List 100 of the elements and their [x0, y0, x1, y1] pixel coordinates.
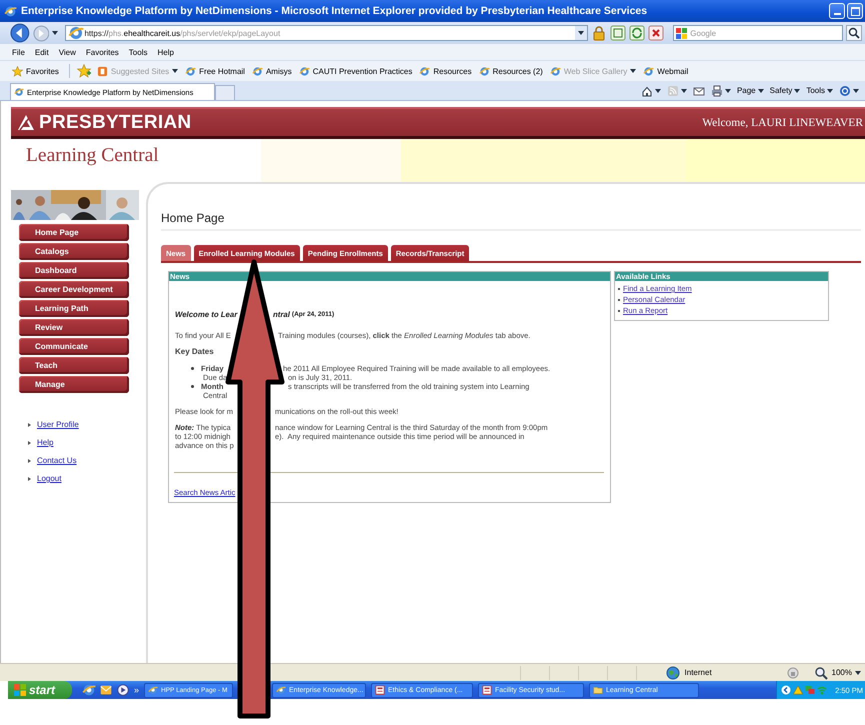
- link-label: Free Hotmail: [199, 66, 245, 76]
- nav-button[interactable]: Home Page: [19, 224, 129, 241]
- nav-button[interactable]: Manage: [19, 376, 129, 393]
- page-icon: [550, 66, 561, 76]
- help-button[interactable]: [839, 84, 859, 96]
- site-title: Learning Central: [25, 144, 160, 168]
- nav-button[interactable]: Catalogs: [19, 243, 129, 260]
- browser-icon: [276, 685, 286, 695]
- add-favorite-icon[interactable]: [76, 63, 92, 79]
- nav-button[interactable]: Dashboard: [19, 262, 129, 279]
- url-subdomain: phs.: [108, 28, 124, 38]
- command-menu[interactable]: Safety: [770, 86, 800, 95]
- document-icon: [482, 685, 492, 695]
- link-label: Resources: [433, 66, 472, 76]
- link-label: Resources (2): [492, 66, 543, 76]
- page-title: Home Page: [161, 211, 861, 231]
- logo-icon: [17, 114, 35, 132]
- favorites-link[interactable]: Amisys: [250, 66, 294, 76]
- caret-icon: [654, 88, 661, 92]
- caret-icon: [578, 31, 584, 35]
- page-icon: [643, 66, 654, 76]
- caret-icon: [853, 88, 859, 92]
- warning-icon[interactable]: [793, 685, 804, 695]
- link-label: Webmail: [657, 66, 688, 76]
- menu-item[interactable]: File: [12, 48, 25, 56]
- page-icon: [419, 66, 430, 76]
- url-path: /phs/servlet/ekp/pageLayout: [180, 28, 280, 38]
- zoom-control[interactable]: 100%: [812, 664, 865, 680]
- label: Tools: [806, 86, 825, 95]
- caret-icon: [827, 88, 833, 92]
- label: 100%: [832, 668, 852, 677]
- media-icon[interactable]: [116, 683, 130, 697]
- help-icon: [839, 84, 851, 96]
- sidebar-link[interactable]: User Profile: [37, 419, 79, 430]
- link-label: Favorites: [26, 66, 59, 76]
- section-heading: Key Dates: [175, 347, 214, 356]
- address-field[interactable]: https://phs.ehealthcareit.us/phs/servlet/ekp/pageLayout: [65, 25, 588, 41]
- browser-icon[interactable]: [82, 683, 96, 697]
- nav-button[interactable]: Learning Path: [19, 300, 129, 317]
- expand-icon[interactable]: [781, 685, 792, 695]
- browser-icon: [4, 4, 17, 18]
- link-label: Amisys: [266, 66, 292, 76]
- favorites-link[interactable]: Resources: [417, 66, 474, 76]
- triangle-icon: [28, 422, 31, 426]
- menu-item[interactable]: Edit: [34, 48, 49, 56]
- page-icon: [68, 25, 84, 41]
- caret-icon: [724, 88, 731, 92]
- magnifier-icon: [812, 664, 829, 680]
- home-icon: [640, 84, 653, 96]
- favorites-button[interactable]: Favorites: [12, 66, 59, 76]
- nav-button[interactable]: Career Development: [19, 281, 129, 298]
- page-icon: [478, 66, 490, 76]
- page-icon: [298, 66, 310, 76]
- printer-button[interactable]: [710, 84, 731, 96]
- menu-item[interactable]: Tools: [128, 48, 148, 56]
- logo-text: PRESBYTERIAN: [39, 112, 192, 134]
- windows-flag-icon: [14, 684, 26, 696]
- favorites-link[interactable]: Resources (2): [476, 66, 545, 76]
- page-icon: [252, 66, 263, 76]
- folder-icon: [593, 685, 604, 695]
- search-icon[interactable]: [846, 25, 862, 41]
- document-icon: [375, 685, 386, 695]
- link-label: Web Slice Gallery: [564, 66, 628, 76]
- maximize-button[interactable]: [847, 3, 863, 19]
- caret-icon: [172, 69, 178, 73]
- command-menu[interactable]: Page: [736, 86, 764, 95]
- nav-button[interactable]: Communicate: [19, 338, 129, 355]
- home-button[interactable]: [640, 84, 661, 96]
- close-icon[interactable]: [648, 25, 664, 41]
- sidebar-link[interactable]: Help: [37, 437, 54, 448]
- dropdown-caret-icon[interactable]: [52, 31, 58, 35]
- dropdown-button[interactable]: [575, 26, 588, 40]
- nav-button[interactable]: Teach: [19, 357, 129, 374]
- feed-button[interactable]: [666, 84, 687, 96]
- more-button[interactable]: »: [134, 685, 140, 695]
- menu-item[interactable]: Favorites: [86, 48, 119, 56]
- sidebar-link[interactable]: Contact Us: [37, 455, 77, 466]
- menu-item[interactable]: View: [58, 48, 76, 56]
- refresh-icon[interactable]: [629, 25, 646, 41]
- caret-icon: [794, 88, 800, 92]
- nav-button[interactable]: Review: [19, 319, 129, 336]
- favorites-link[interactable]: Free Hotmail: [183, 66, 247, 76]
- favorites-link[interactable]: Webmail: [641, 66, 690, 76]
- mail-icon[interactable]: [99, 683, 113, 697]
- mail-button[interactable]: [692, 84, 705, 96]
- command-menu[interactable]: Tools: [806, 86, 833, 95]
- star-icon: [12, 66, 23, 76]
- minimize-button[interactable]: [829, 3, 845, 19]
- printer-icon: [710, 84, 723, 96]
- link-label: Suggested Sites: [110, 66, 170, 76]
- menu-item[interactable]: Help: [157, 48, 174, 56]
- link-label: CAUTI Prevention Practices: [312, 66, 412, 76]
- sidebar-link[interactable]: Logout: [37, 473, 62, 484]
- caret-icon: [855, 670, 861, 674]
- back-button[interactable]: [10, 23, 30, 43]
- mail-icon: [692, 84, 705, 96]
- caret-icon: [630, 69, 636, 73]
- url-scheme: https://: [84, 28, 108, 38]
- favorites-link[interactable]: CAUTI Prevention Practices: [296, 66, 414, 76]
- label: Safety: [770, 86, 792, 95]
